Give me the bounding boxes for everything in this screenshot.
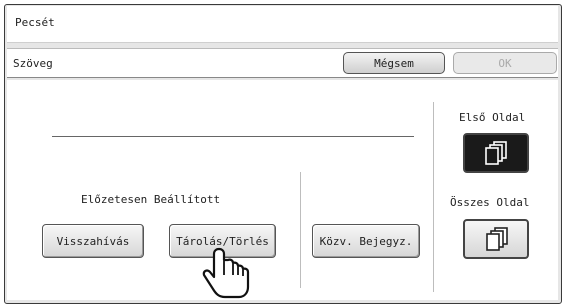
all-pages-button[interactable]	[463, 219, 529, 259]
ok-button-label: OK	[498, 56, 512, 70]
divider	[300, 172, 301, 288]
direct-entry-button-label: Közv. Bejegyz.	[319, 234, 413, 248]
preset-heading: Előzetesen Beállított	[81, 193, 221, 206]
all-pages-label: Összes Oldal	[450, 196, 530, 209]
section-label: Szöveg	[13, 57, 53, 70]
ok-button[interactable]: OK	[453, 52, 557, 74]
first-page-label: Első Oldal	[459, 111, 526, 124]
direct-entry-button[interactable]: Közv. Bejegyz.	[312, 224, 420, 258]
recall-button-label: Visszahívás	[56, 234, 130, 248]
pages-stack-icon	[485, 141, 507, 165]
text-entry-line	[52, 136, 414, 137]
pages-stack-icon	[486, 227, 508, 251]
main-panel: Előzetesen Beállított Visszahívás Tárolá…	[7, 80, 558, 300]
divider	[433, 102, 434, 292]
text-header-bar: Szöveg Mégsem OK	[7, 48, 558, 78]
window-title: Pecsét	[15, 16, 55, 29]
title-bar: Pecsét	[7, 6, 558, 43]
cancel-button[interactable]: Mégsem	[343, 52, 445, 74]
recall-button[interactable]: Visszahívás	[42, 224, 144, 258]
first-page-button[interactable]	[463, 133, 529, 173]
hand-pointer-icon	[202, 247, 250, 299]
cancel-button-label: Mégsem	[374, 56, 414, 70]
